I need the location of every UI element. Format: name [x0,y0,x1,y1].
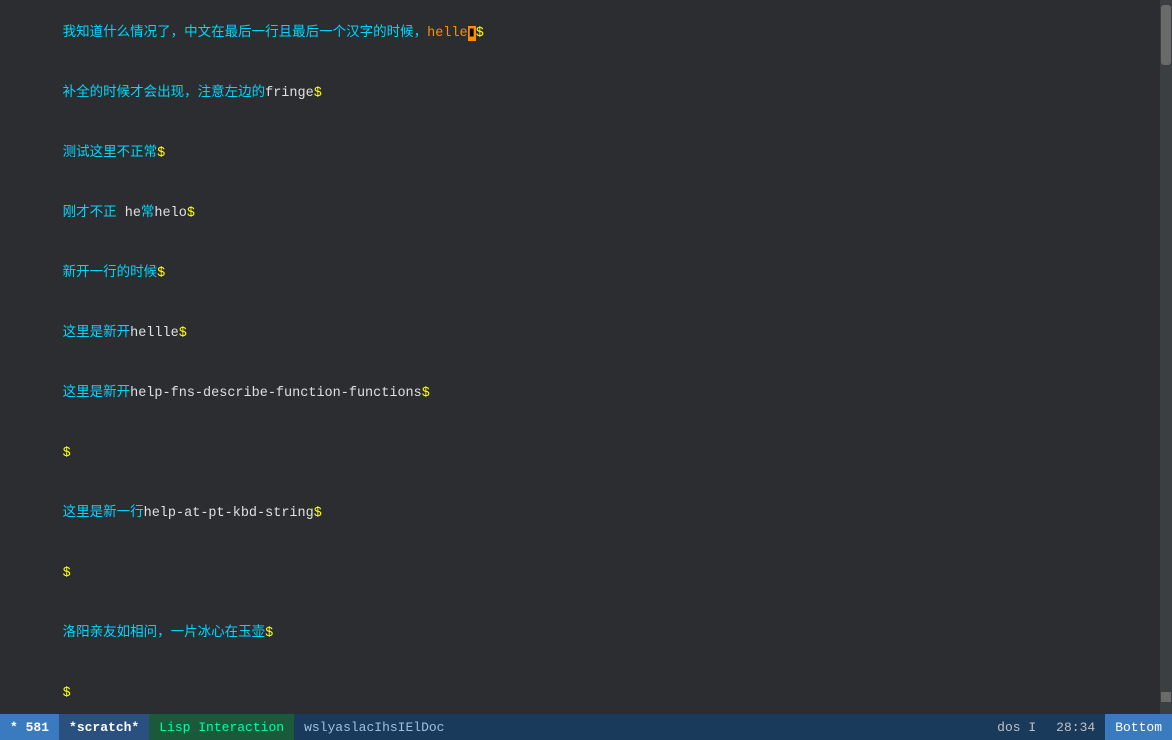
line-6: 这里是新开hellle$ [14,304,1146,364]
fringe-left [0,0,8,714]
status-indicator-text: * 581 [10,720,49,735]
scratch-label: *scratch* [69,720,139,735]
line-7: 这里是新开help-fns-describe-function-function… [14,364,1146,424]
status-indicator: * 581 [0,714,59,740]
line-5: 新开一行的时候$ [14,244,1146,304]
scrollbar-bottom-stub [1161,692,1171,702]
line-2: 补全的时候才会出现，注意左边的fringe$ [14,64,1146,124]
dos-text: dos I [997,720,1036,735]
lisp-interaction-label: Lisp Interaction [159,720,284,735]
line-11: 洛阳亲友如相问，一片冰心在玉壶$ [14,604,1146,664]
content-area[interactable]: 我知道什么情况了，中文在最后一行且最后一个汉字的时候，helle▮$ 补全的时候… [8,0,1152,714]
status-bar: * 581 *scratch* Lisp Interaction wslyasl… [0,714,1172,740]
scrollbar-right[interactable] [1160,0,1172,714]
fringe-right [1152,0,1160,714]
line-4: 刚才不正 he常helo$ [14,184,1146,244]
line-1: 我知道什么情况了，中文在最后一行且最后一个汉字的时候，helle▮$ [14,4,1146,64]
status-minor-modes: wslyaslacIhsIElDoc [294,714,454,740]
status-lisp-interaction[interactable]: Lisp Interaction [149,714,294,740]
line-9: 这里是新一行help-at-pt-kbd-string$ [14,484,1146,544]
position-text: Bottom [1115,720,1162,735]
line-12: $ [14,664,1146,714]
status-dos: dos I [987,714,1046,740]
status-position: Bottom [1105,714,1172,740]
editor-area[interactable]: 我知道什么情况了，中文在最后一行且最后一个汉字的时候，helle▮$ 补全的时候… [0,0,1172,714]
status-scratch[interactable]: *scratch* [59,714,149,740]
line-10: $ [14,544,1146,604]
scrollbar-thumb[interactable] [1161,5,1171,65]
line-8: $ [14,424,1146,484]
minor-modes-text: wslyaslacIhsIElDoc [304,720,444,735]
line-3: 测试这里不正常$ [14,124,1146,184]
time-text: 28:34 [1056,720,1095,735]
status-time: 28:34 [1046,714,1105,740]
